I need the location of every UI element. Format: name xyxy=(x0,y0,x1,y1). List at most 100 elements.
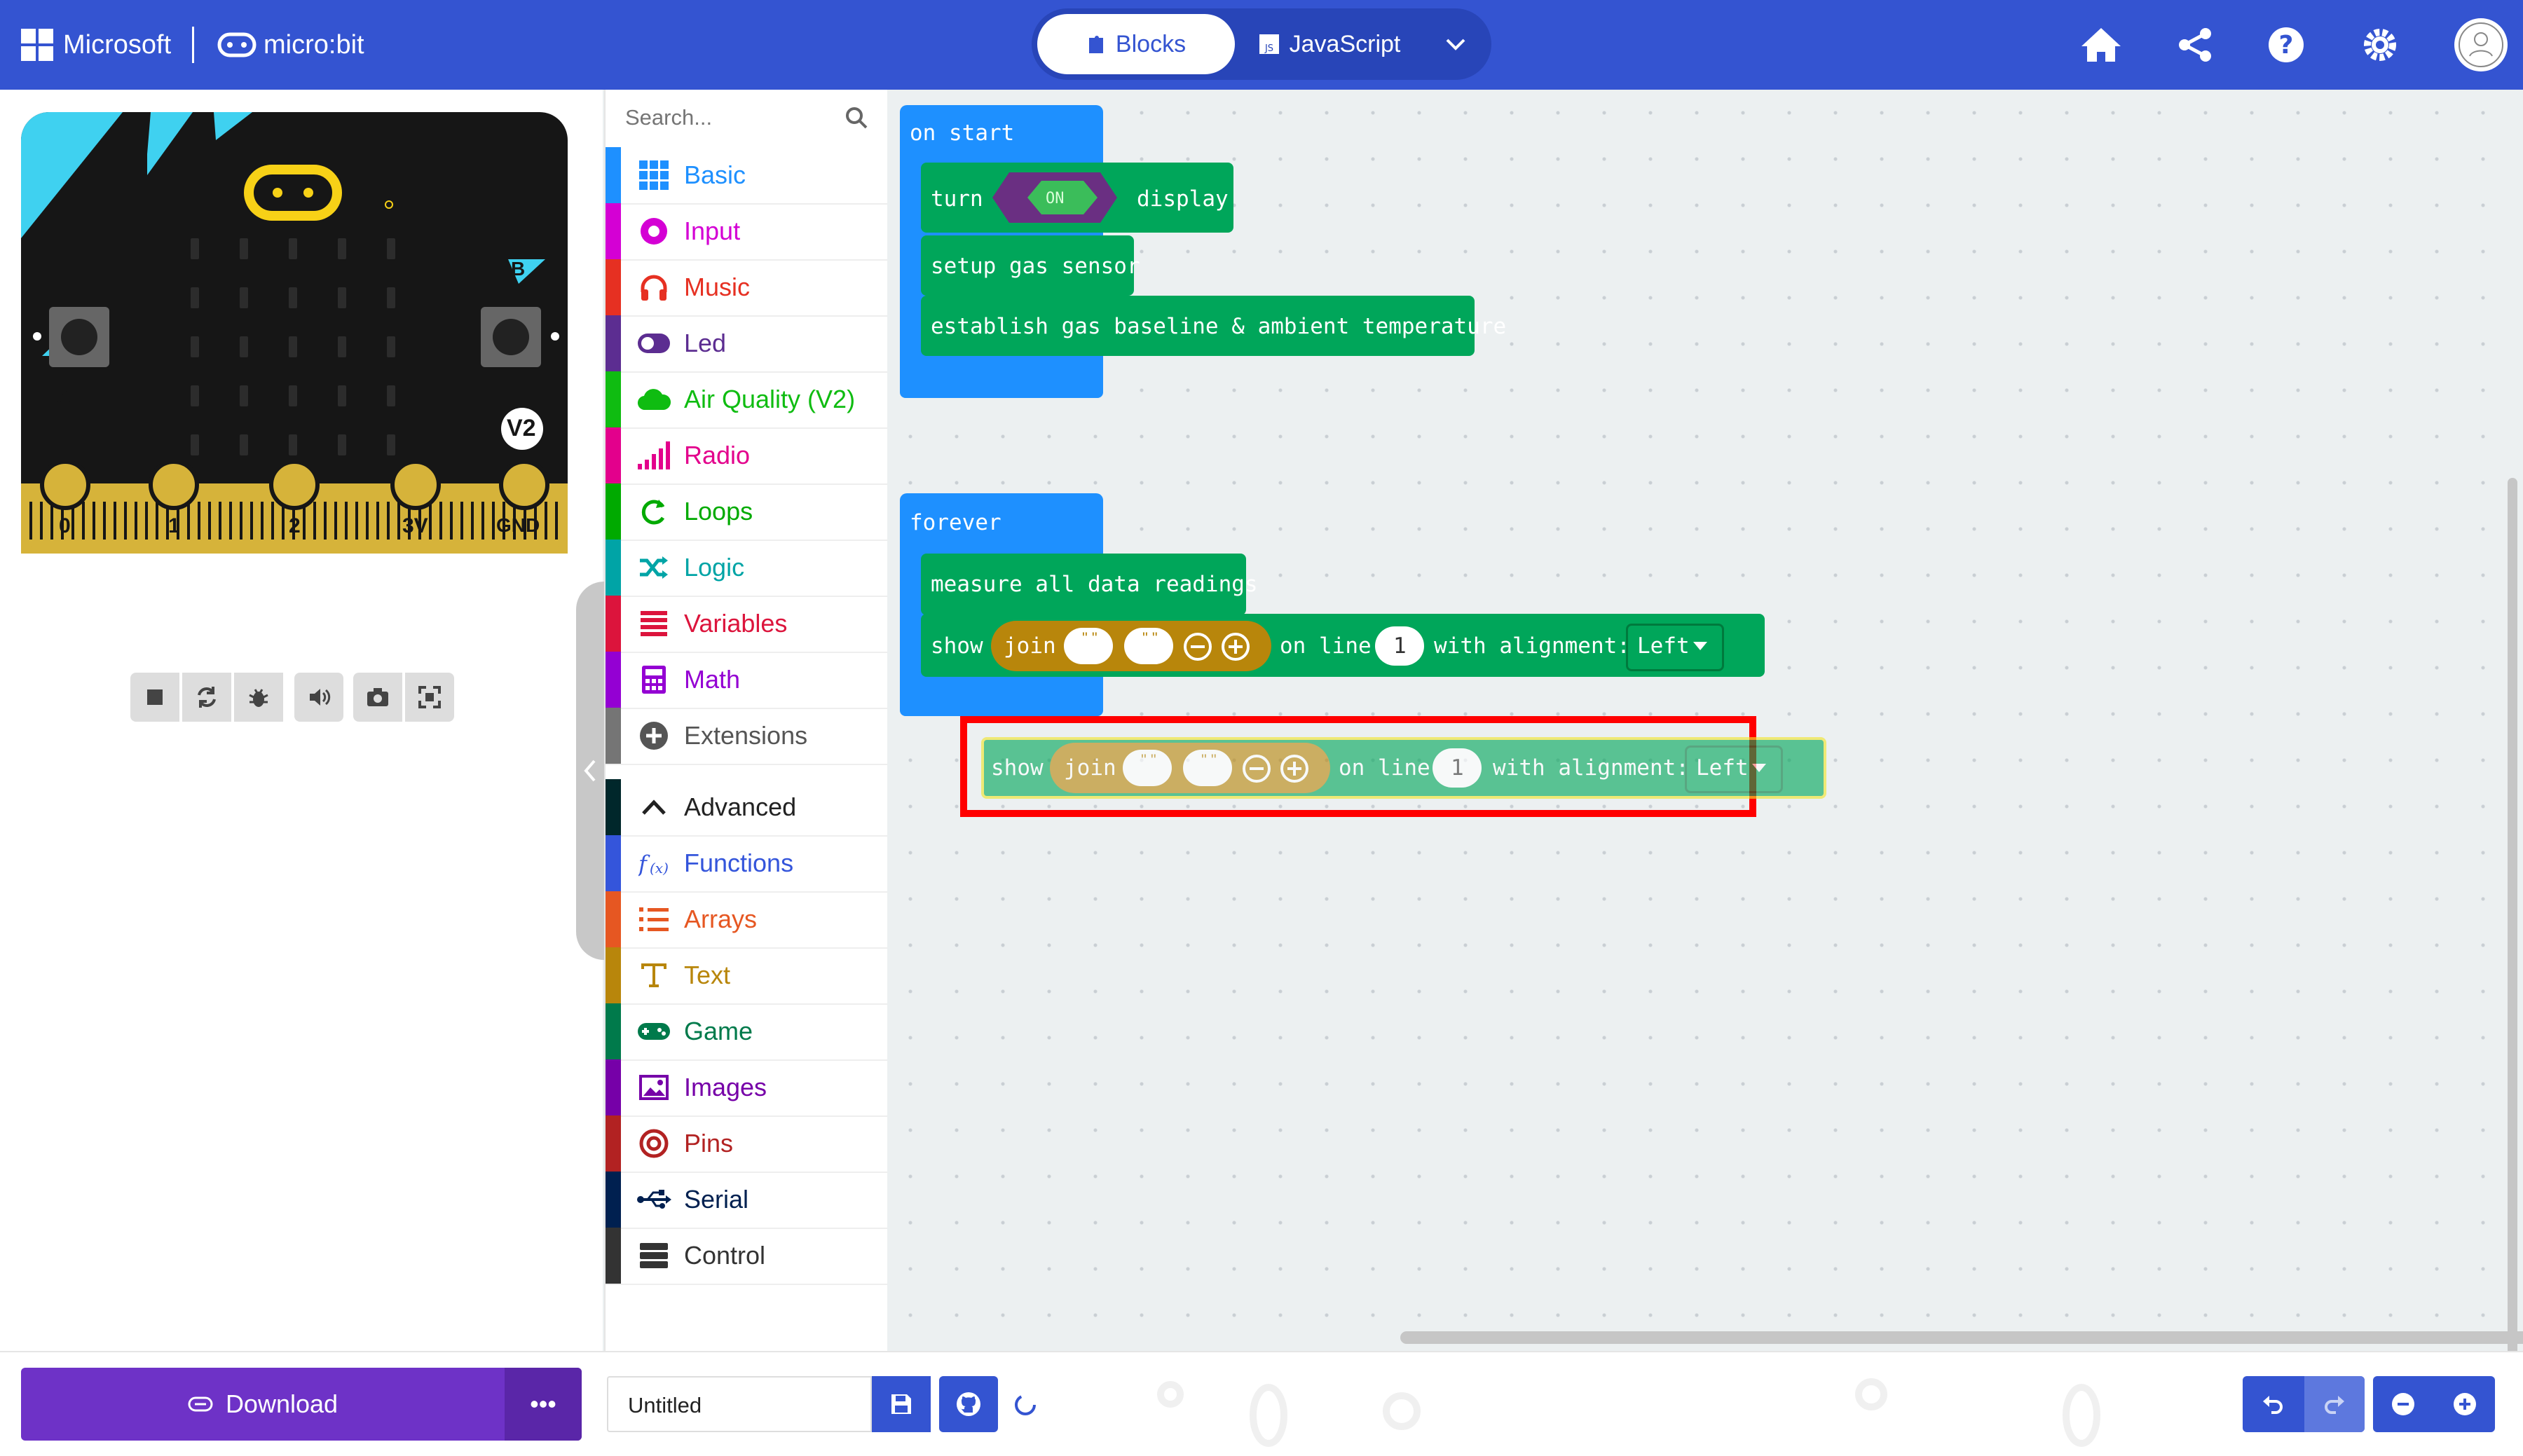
home-button[interactable] xyxy=(2076,20,2126,70)
svg-text:f: f xyxy=(638,851,650,877)
plus-circle-icon[interactable] xyxy=(1221,632,1250,661)
tab-blocks-label: Blocks xyxy=(1115,30,1187,57)
share-button[interactable] xyxy=(2170,20,2220,70)
text-slot[interactable]: " " xyxy=(1123,750,1172,786)
led-pixel xyxy=(387,336,395,357)
microsoft-logo[interactable]: Microsoft xyxy=(21,24,171,66)
mute-button[interactable] xyxy=(294,673,343,722)
download-button[interactable]: Download xyxy=(21,1368,505,1441)
led-pixel xyxy=(289,434,297,455)
pin-label: 2 xyxy=(289,514,301,537)
join-label: join xyxy=(1064,755,1116,781)
undo-redo-group xyxy=(2243,1376,2365,1432)
vertical-scrollbar[interactable] xyxy=(2508,478,2517,1361)
category-color-bar xyxy=(606,427,621,483)
more-options-button[interactable]: ••• xyxy=(505,1368,582,1441)
debug-button[interactable] xyxy=(234,673,283,722)
toolbox-category-loops[interactable]: Loops xyxy=(606,483,887,541)
on-line-label: on line xyxy=(1339,755,1430,781)
toolbox-category-functions[interactable]: f (x) Functions xyxy=(606,835,887,893)
save-button[interactable] xyxy=(872,1376,931,1432)
toolbox-category-extensions[interactable]: Extensions xyxy=(606,708,887,765)
led-pixel xyxy=(191,385,199,406)
undo-button[interactable] xyxy=(2243,1376,2303,1432)
show-label: show xyxy=(991,755,1044,781)
led-pixel xyxy=(240,336,248,357)
minus-circle-icon[interactable] xyxy=(1183,632,1212,661)
led-pixel xyxy=(289,385,297,406)
github-button[interactable] xyxy=(939,1376,998,1432)
shuffle-icon xyxy=(636,550,671,585)
microbit-board[interactable] xyxy=(21,112,568,561)
toolbox-category-serial[interactable]: Serial xyxy=(606,1172,887,1229)
with-alignment-label: with alignment: xyxy=(1434,633,1630,659)
sound-icon xyxy=(310,689,331,706)
toolbox-category-basic[interactable]: Basic xyxy=(606,147,887,205)
led-pixel xyxy=(387,238,395,259)
toolbox-category-radio[interactable]: Radio xyxy=(606,427,887,485)
blocks-workspace[interactable]: on start turn ON display setup gas senso… xyxy=(887,90,2523,1361)
measure-readings-label: measure all data readings xyxy=(931,572,1258,597)
on-start-label: on start xyxy=(910,121,1015,146)
help-button[interactable]: ? xyxy=(2261,20,2311,70)
plus-circle-icon[interactable] xyxy=(1280,754,1309,783)
toolbox-category-text[interactable]: Text xyxy=(606,947,887,1005)
gear-icon xyxy=(2364,29,2396,61)
category-color-bar xyxy=(606,1115,621,1172)
led-pixel xyxy=(387,385,395,406)
text-slot[interactable]: " " xyxy=(1064,628,1113,664)
microbit-logo[interactable]: micro:bit xyxy=(217,24,364,66)
usb-icon xyxy=(636,1182,671,1217)
toolbox-category-math[interactable]: Math xyxy=(606,652,887,709)
project-name-field[interactable]: Untitled xyxy=(607,1376,872,1432)
toolbox-category-logic[interactable]: Logic xyxy=(606,540,887,597)
grid-icon xyxy=(636,158,671,193)
led-pixel xyxy=(338,434,346,455)
chevron-left-icon xyxy=(584,760,596,782)
toolbox-category-images[interactable]: Images xyxy=(606,1059,887,1117)
category-color-bar xyxy=(606,315,621,371)
header-bar: Microsoft micro:bit Blocks JS JavaScript… xyxy=(0,0,2523,90)
category-label: Pins xyxy=(684,1129,734,1158)
user-avatar[interactable] xyxy=(2453,17,2509,73)
text-slot[interactable]: " " xyxy=(1124,628,1173,664)
zoom-in-button[interactable] xyxy=(2435,1376,2495,1432)
signal-bars-icon xyxy=(636,438,671,473)
screenshot-button[interactable] xyxy=(353,673,402,722)
toolbox-category-pins[interactable]: Pins xyxy=(606,1115,887,1173)
toolbox-category-variables[interactable]: Variables xyxy=(606,596,887,653)
stop-button[interactable] xyxy=(130,673,179,722)
category-color-bar xyxy=(606,1172,621,1228)
category-color-bar xyxy=(606,1003,621,1059)
toolbox-category-game[interactable]: Game xyxy=(606,1003,887,1061)
share-icon xyxy=(2179,28,2211,62)
tab-javascript[interactable]: JS JavaScript xyxy=(1242,14,1417,74)
zoom-group xyxy=(2373,1376,2495,1432)
settings-button[interactable] xyxy=(2355,20,2405,70)
toolbox-category-input[interactable]: Input xyxy=(606,203,887,261)
search-icon[interactable] xyxy=(844,105,869,130)
zoom-out-button[interactable] xyxy=(2373,1376,2433,1432)
zoom-out-icon xyxy=(2392,1393,2414,1415)
redo-button[interactable] xyxy=(2304,1376,2365,1432)
fullscreen-button[interactable] xyxy=(405,673,454,722)
js-icon: JS xyxy=(1259,34,1279,54)
camera-icon xyxy=(367,688,388,706)
toolbox-category-air-quality[interactable]: Air Quality (V2) xyxy=(606,371,887,429)
category-color-bar xyxy=(606,483,621,540)
horizontal-scrollbar[interactable] xyxy=(1400,1331,2523,1344)
tab-blocks[interactable]: Blocks xyxy=(1037,14,1235,74)
collapse-simulator-handle[interactable] xyxy=(576,582,604,960)
text-slot[interactable]: " " xyxy=(1183,750,1232,786)
toolbox-category-control[interactable]: Control xyxy=(606,1228,887,1285)
toolbox-category-music[interactable]: Music xyxy=(606,259,887,317)
toolbox-category-led[interactable]: Led xyxy=(606,315,887,373)
restart-button[interactable] xyxy=(182,673,231,722)
search-input[interactable] xyxy=(624,99,837,136)
language-dropdown[interactable] xyxy=(1424,14,1487,74)
button-a-label: A xyxy=(57,385,71,407)
toolbox-category-advanced[interactable]: Advanced xyxy=(606,779,887,837)
target-icon xyxy=(636,1126,671,1161)
minus-circle-icon[interactable] xyxy=(1242,754,1271,783)
toolbox-category-arrays[interactable]: Arrays xyxy=(606,891,887,949)
